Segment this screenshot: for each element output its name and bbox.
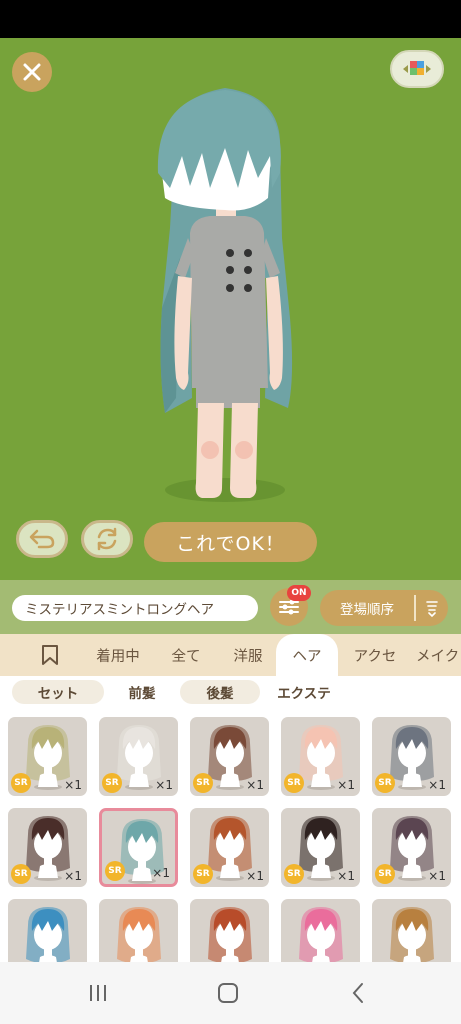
owned-count: ×1 — [337, 778, 355, 792]
filter-on-badge: ON — [287, 585, 311, 601]
owned-count: ×1 — [337, 869, 355, 883]
hair-item-card[interactable] — [372, 899, 451, 962]
owned-count: ×1 — [155, 778, 173, 792]
subtab-extensions[interactable]: エクステ — [266, 680, 342, 704]
system-nav-bar — [0, 962, 461, 1024]
rarity-badge: SR — [11, 773, 31, 793]
category-tabs: 着用中 全て 洋服 ヘア アクセ メイク — [0, 634, 461, 676]
hair-thumbnail — [299, 907, 343, 962]
tab-wearing[interactable]: 着用中 — [86, 634, 150, 676]
rarity-badge: SR — [11, 864, 31, 884]
reset-button[interactable] — [81, 520, 133, 558]
recent-apps-button[interactable] — [78, 978, 118, 1008]
tab-hair[interactable]: ヘア — [276, 634, 338, 676]
sort-direction-button[interactable] — [416, 599, 448, 617]
rarity-badge: SR — [284, 773, 304, 793]
screen: これでOK！ ミステリアスミントロングヘア ON 登場順序 着用中 全て 洋服 … — [0, 0, 461, 1024]
sort-desc-icon — [426, 601, 438, 617]
rarity-badge: SR — [375, 773, 395, 793]
tab-accessory[interactable]: アクセ — [344, 634, 406, 676]
sort-label: 登場順序 — [340, 602, 394, 618]
close-button[interactable] — [12, 52, 52, 92]
subtab-set[interactable]: セット — [12, 680, 104, 704]
hair-subtabs: セット 前髪 後髪 エクステ — [0, 676, 461, 710]
owned-count: ×1 — [64, 778, 82, 792]
subtab-back-hair[interactable]: 後髪 — [180, 680, 260, 704]
hair-thumbnail — [117, 907, 161, 962]
hair-item-card[interactable]: SR ×1 — [281, 717, 360, 796]
confirm-ok-button[interactable]: これでOK！ — [144, 522, 317, 562]
owned-count: ×1 — [246, 778, 264, 792]
tab-all[interactable]: 全て — [160, 634, 212, 676]
owned-count: ×1 — [152, 866, 170, 880]
hair-item-card[interactable]: SR ×1 — [99, 717, 178, 796]
rarity-badge: SR — [193, 773, 213, 793]
hair-item-card[interactable]: SR ×1 — [8, 808, 87, 887]
rarity-badge: SR — [193, 864, 213, 884]
back-icon — [352, 983, 363, 1003]
subtab-bangs[interactable]: 前髪 — [104, 680, 180, 704]
hair-thumbnail — [26, 907, 70, 962]
hair-item-card[interactable] — [281, 899, 360, 962]
owned-count: ×1 — [428, 778, 446, 792]
close-icon — [23, 63, 41, 81]
tab-makeup[interactable]: メイク — [416, 634, 461, 676]
tab-clothes[interactable]: 洋服 — [222, 634, 274, 676]
status-bar — [0, 0, 461, 38]
hair-thumbnail — [208, 907, 252, 962]
avatar-stage: これでOK！ — [0, 38, 461, 580]
hair-item-card[interactable]: SR ×1 — [99, 808, 178, 887]
hair-item-card[interactable] — [8, 899, 87, 962]
blocks-icon — [403, 61, 431, 75]
owned-count: ×1 — [428, 869, 446, 883]
avatar-preview — [157, 88, 293, 502]
owned-count: ×1 — [64, 869, 82, 883]
undo-button[interactable] — [16, 520, 68, 558]
hair-item-card[interactable]: SR ×1 — [190, 717, 269, 796]
item-grid: SR ×1 SR ×1 SR ×1 SR ×1 SR ×1 SR ×1 SR ×1 SR ×1 SR ×1 SR ×1 — [0, 710, 461, 962]
home-icon — [218, 983, 238, 1003]
undo-icon — [29, 529, 55, 549]
hair-item-card[interactable] — [99, 899, 178, 962]
back-button[interactable] — [338, 978, 378, 1008]
refresh-icon — [97, 527, 117, 551]
tab-bookmark[interactable] — [28, 634, 72, 676]
recent-apps-icon — [90, 985, 106, 1001]
item-name-label: ミステリアスミントロングヘア — [12, 595, 258, 621]
rarity-badge: SR — [105, 861, 125, 881]
hair-item-card[interactable]: SR ×1 — [8, 717, 87, 796]
hair-item-card[interactable]: SR ×1 — [281, 808, 360, 887]
owned-count: ×1 — [246, 869, 264, 883]
hair-thumbnail — [390, 907, 434, 962]
sort-button[interactable]: 登場順序 — [320, 590, 448, 626]
view-toggle-button[interactable] — [390, 50, 444, 88]
home-button[interactable] — [208, 978, 248, 1008]
hair-item-card[interactable] — [190, 899, 269, 962]
bookmark-icon — [42, 645, 58, 665]
hair-item-card[interactable]: SR ×1 — [372, 717, 451, 796]
hair-item-card[interactable]: SR ×1 — [372, 808, 451, 887]
rarity-badge: SR — [375, 864, 395, 884]
hair-item-card[interactable]: SR ×1 — [190, 808, 269, 887]
item-info-bar: ミステリアスミントロングヘア ON 登場順序 — [0, 580, 461, 634]
rarity-badge: SR — [284, 864, 304, 884]
rarity-badge: SR — [102, 773, 122, 793]
